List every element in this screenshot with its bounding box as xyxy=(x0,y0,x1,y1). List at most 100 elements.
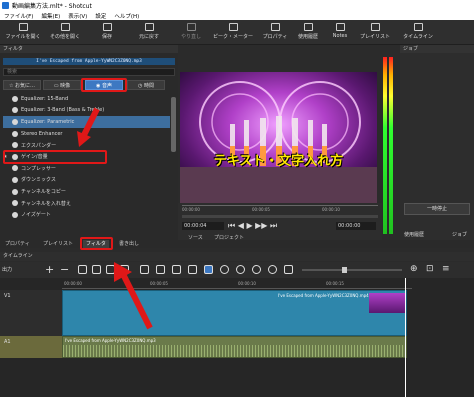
player-controls: 00:00:00 00:00:05 00:00:10 00:00:04 ⏮ ◀ … xyxy=(178,203,382,243)
timeline-button[interactable]: タイムライン xyxy=(396,22,440,44)
filter-item[interactable]: チャンネルを入れ替え xyxy=(3,197,170,209)
history-icon xyxy=(303,23,313,31)
history-button[interactable]: 使用履歴 xyxy=(290,22,326,44)
timeline-tracks: 00:00:00 00:00:05 00:00:10 00:00:15 V1 I… xyxy=(0,278,474,397)
annotation-arrow-1 xyxy=(77,107,100,147)
marker-icon[interactable] xyxy=(236,265,245,274)
track-header-a1[interactable]: A1 xyxy=(0,336,62,358)
remove-icon[interactable]: − xyxy=(60,263,69,276)
current-clip-label: I've Escaped from Apple-YyWN2C3Z0NQ.mp3 xyxy=(3,58,175,65)
playlist-button[interactable]: プレイリスト xyxy=(354,22,396,44)
tab-export[interactable]: 書き出し xyxy=(116,240,142,248)
filter-icon xyxy=(12,118,18,125)
timeline-toolbar: 出力 + − ⊕ ⊡ ≡ xyxy=(0,262,474,278)
open-other-button[interactable]: その他を開く xyxy=(44,22,86,44)
video-overlay-text: テキスト・文字入れ方 xyxy=(213,154,344,169)
open-file-button[interactable]: ファイルを開く xyxy=(2,22,44,44)
tab-time[interactable]: ◷ 時間 xyxy=(127,80,165,90)
menu-help[interactable]: ヘルプ(H) xyxy=(114,12,139,20)
audio-tab-highlight xyxy=(81,78,127,92)
playlist-icon xyxy=(370,23,380,31)
timeline-header: タイムライン xyxy=(0,252,474,261)
video-preview: テキスト・文字入れ方 xyxy=(180,72,377,203)
filter-item[interactable]: コンプレッサー xyxy=(3,163,170,175)
notes-icon xyxy=(335,23,345,31)
filter-icon xyxy=(12,130,18,137)
menu-file[interactable]: ファイル(F) xyxy=(4,12,33,20)
peak-meter-button[interactable]: ピーク・メーター xyxy=(212,22,254,44)
filter-icon xyxy=(12,176,18,183)
filter-icon xyxy=(12,188,18,195)
filter-icon xyxy=(12,165,18,172)
filter-icon xyxy=(12,200,18,207)
tab-jobs[interactable]: ジョブ xyxy=(452,231,467,238)
player-duration[interactable]: 00:00:00 xyxy=(336,222,376,230)
menu-edit[interactable]: 編集(E) xyxy=(41,12,60,20)
output-label: 出力 xyxy=(2,267,13,273)
ripple-icon[interactable] xyxy=(188,265,197,274)
clip-thumbnail xyxy=(369,293,405,313)
video-frame xyxy=(180,72,377,203)
timeline-menu-icon[interactable]: ≡ xyxy=(442,264,450,274)
gain-filter-highlight xyxy=(3,150,107,164)
zoom-out-icon[interactable] xyxy=(284,265,293,274)
player-position[interactable]: 00:00:04 xyxy=(182,222,224,230)
redo-button[interactable]: やり直し xyxy=(170,22,212,44)
transport-controls[interactable]: ⏮ ◀ ▶ ▶▶ ⏭ xyxy=(228,222,288,230)
meter-left xyxy=(383,57,387,234)
properties-icon xyxy=(270,23,280,31)
save-icon xyxy=(102,23,112,31)
lift-icon[interactable] xyxy=(78,265,87,274)
tab-properties[interactable]: プロパティ xyxy=(2,240,33,248)
scrub-icon[interactable] xyxy=(172,265,181,274)
snap-icon[interactable] xyxy=(156,265,165,274)
notes-button[interactable]: Notes xyxy=(326,22,354,44)
next-marker-icon[interactable] xyxy=(268,265,277,274)
filter-search-input[interactable]: 検索 xyxy=(3,68,175,76)
zoom-slider[interactable] xyxy=(302,267,402,273)
filter-item[interactable]: Equalizer: 15-Band xyxy=(3,93,170,105)
menu-settings[interactable]: 設定 xyxy=(95,12,106,20)
ripple-markers-icon[interactable] xyxy=(204,265,213,274)
ripple-all-icon[interactable] xyxy=(220,265,229,274)
audio-waveform xyxy=(63,345,406,357)
filter-icon xyxy=(12,211,18,218)
open-file-icon xyxy=(18,23,28,31)
scrollbar-thumb[interactable] xyxy=(171,97,176,152)
filter-icon xyxy=(12,142,18,149)
undo-button[interactable]: 元に戻す xyxy=(128,22,170,44)
tab-favorites[interactable]: ☆ お気に… xyxy=(3,80,41,90)
open-other-icon xyxy=(60,23,70,31)
audio-meter xyxy=(383,57,395,234)
meter-right xyxy=(389,57,393,234)
filter-icon xyxy=(12,95,18,102)
save-button[interactable]: 保存 xyxy=(86,22,128,44)
menu-bar: ファイル(F) 編集(E) 表示(V) 設定 ヘルプ(H) xyxy=(0,11,474,20)
tab-video[interactable]: ▭ 映像 xyxy=(43,80,81,90)
audio-clip[interactable]: I've Escaped from Apple-YyWN2C3Z0NQ.mp3 xyxy=(62,336,407,358)
zoom-slider-thumb[interactable] xyxy=(342,267,347,273)
timeline-icon xyxy=(413,23,423,31)
overwrite-icon[interactable] xyxy=(92,265,101,274)
filter-item[interactable]: ノイズゲート xyxy=(3,209,170,221)
window-title: 動画編集方法.mlt* - Shotcut xyxy=(12,3,92,10)
filter-list-scrollbar[interactable] xyxy=(171,93,176,233)
filter-icon xyxy=(12,107,18,114)
shotcut-app-icon xyxy=(2,2,9,9)
tab-history[interactable]: 使用履歴 xyxy=(404,231,424,238)
filter-item[interactable]: チャンネルをコピー xyxy=(3,186,170,198)
filter-item[interactable]: ダウンミックス xyxy=(3,174,170,186)
filters-tab-highlight xyxy=(80,237,113,250)
playhead[interactable] xyxy=(405,278,406,397)
menu-view[interactable]: 表示(V) xyxy=(68,12,87,20)
tab-playlist[interactable]: プレイリスト xyxy=(40,240,76,248)
player-scrubber[interactable] xyxy=(182,215,378,218)
append-icon[interactable]: + xyxy=(45,263,54,276)
prev-marker-icon[interactable] xyxy=(252,265,261,274)
track-header-v1[interactable]: V1 xyxy=(0,290,62,336)
player-ruler[interactable]: 00:00:00 00:00:05 00:00:10 xyxy=(182,205,378,214)
zoom-fit-icon[interactable]: ⊡ xyxy=(426,264,434,274)
pause-jobs-button[interactable]: 一時停止 xyxy=(404,203,470,215)
filters-panel-header: フィルタ xyxy=(0,45,178,53)
zoom-in-icon[interactable]: ⊕ xyxy=(410,264,418,274)
